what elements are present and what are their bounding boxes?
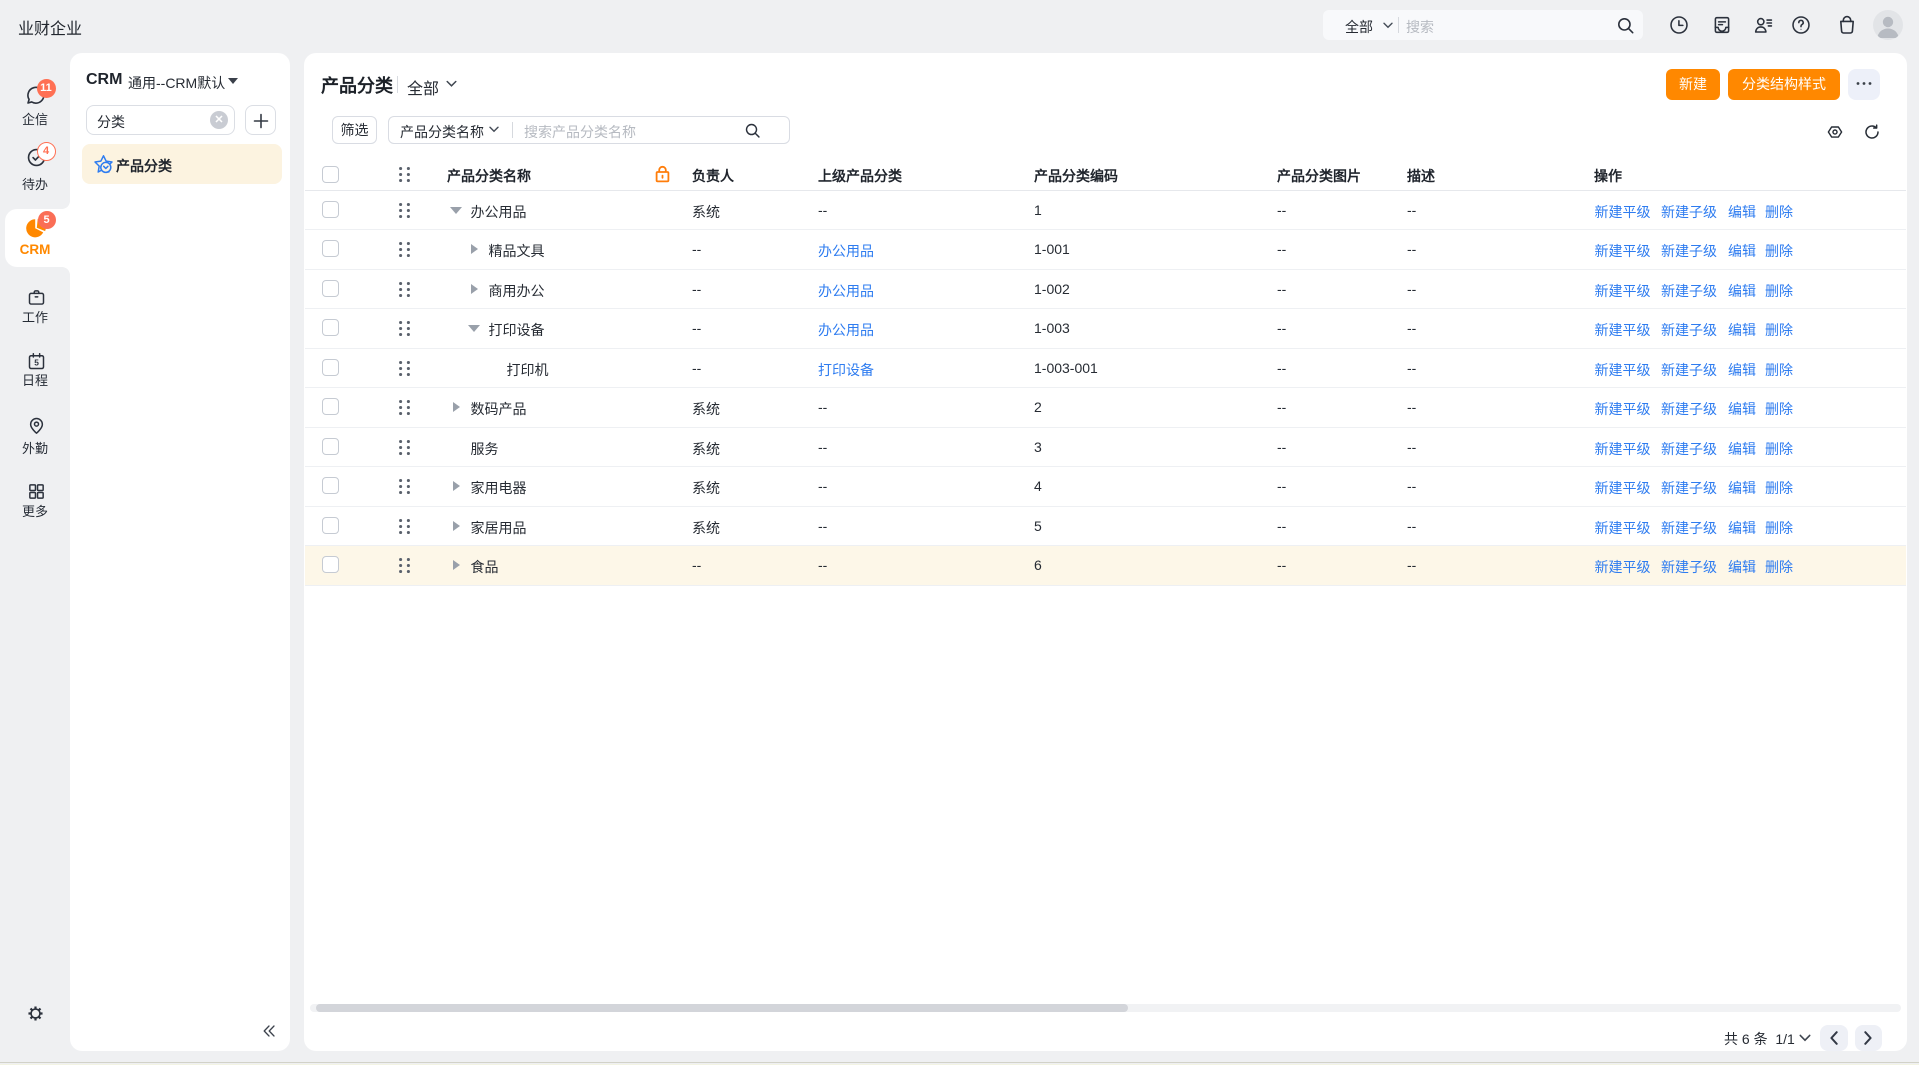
svg-text:5: 5 — [34, 358, 39, 368]
